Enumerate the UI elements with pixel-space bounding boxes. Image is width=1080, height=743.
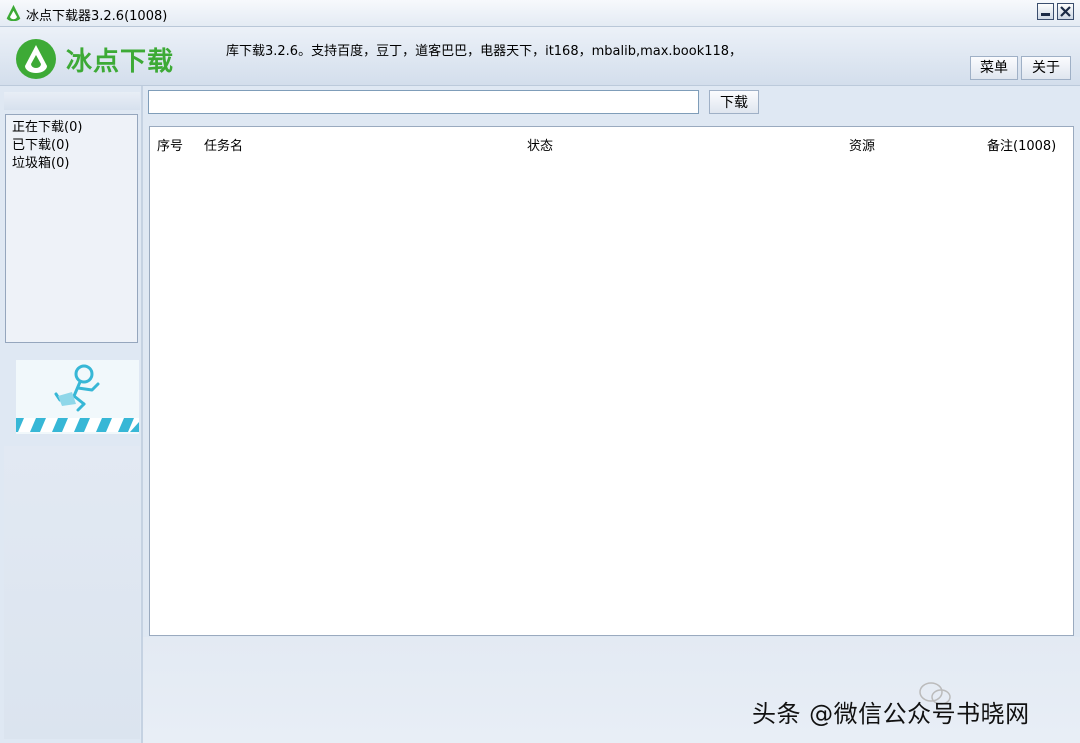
url-input[interactable] xyxy=(148,90,699,114)
running-mascot-banner xyxy=(16,360,139,434)
category-downloading[interactable]: 正在下载(0) xyxy=(12,119,137,137)
category-downloaded[interactable]: 已下载(0) xyxy=(12,137,137,155)
column-header-source[interactable]: 资源 xyxy=(849,135,875,154)
column-header-notes[interactable]: 备注(1008) xyxy=(987,135,1056,154)
title-bar: 冰点下载器3.2.6(1008) xyxy=(0,0,1080,27)
column-header-index[interactable]: 序号 xyxy=(157,135,183,154)
left-panel-header xyxy=(4,92,140,110)
minimize-icon[interactable] xyxy=(1037,3,1054,20)
watermark-text: 头条 @微信公众号书晓网 xyxy=(752,700,1030,728)
logo-text: 冰点下载 xyxy=(66,47,175,77)
app-logo-icon xyxy=(6,4,21,21)
logo-icon xyxy=(16,39,56,79)
about-button[interactable]: 关于 xyxy=(1021,56,1071,80)
column-header-status[interactable]: 状态 xyxy=(527,135,553,154)
category-list: 正在下载(0) 已下载(0) 垃圾箱(0) xyxy=(5,114,138,343)
download-button[interactable]: 下载 xyxy=(709,90,759,114)
menu-button[interactable]: 菜单 xyxy=(970,56,1018,80)
column-header-task-name[interactable]: 任务名 xyxy=(204,135,243,154)
announcement-marquee: 库下载3.2.6。支持百度，豆丁，道客巴巴，电器天下，it168，mbalib,… xyxy=(226,44,743,59)
category-trash[interactable]: 垃圾箱(0) xyxy=(12,155,137,173)
window-title: 冰点下载器3.2.6(1008) xyxy=(26,9,168,24)
task-table: 序号 任务名 状态 资源 备注(1008) xyxy=(149,126,1074,636)
left-panel-footer xyxy=(4,446,140,739)
app-header: 冰点下载 库下载3.2.6。支持百度，豆丁，道客巴巴，电器天下，it168，mb… xyxy=(0,27,1080,86)
close-icon[interactable] xyxy=(1057,3,1074,20)
